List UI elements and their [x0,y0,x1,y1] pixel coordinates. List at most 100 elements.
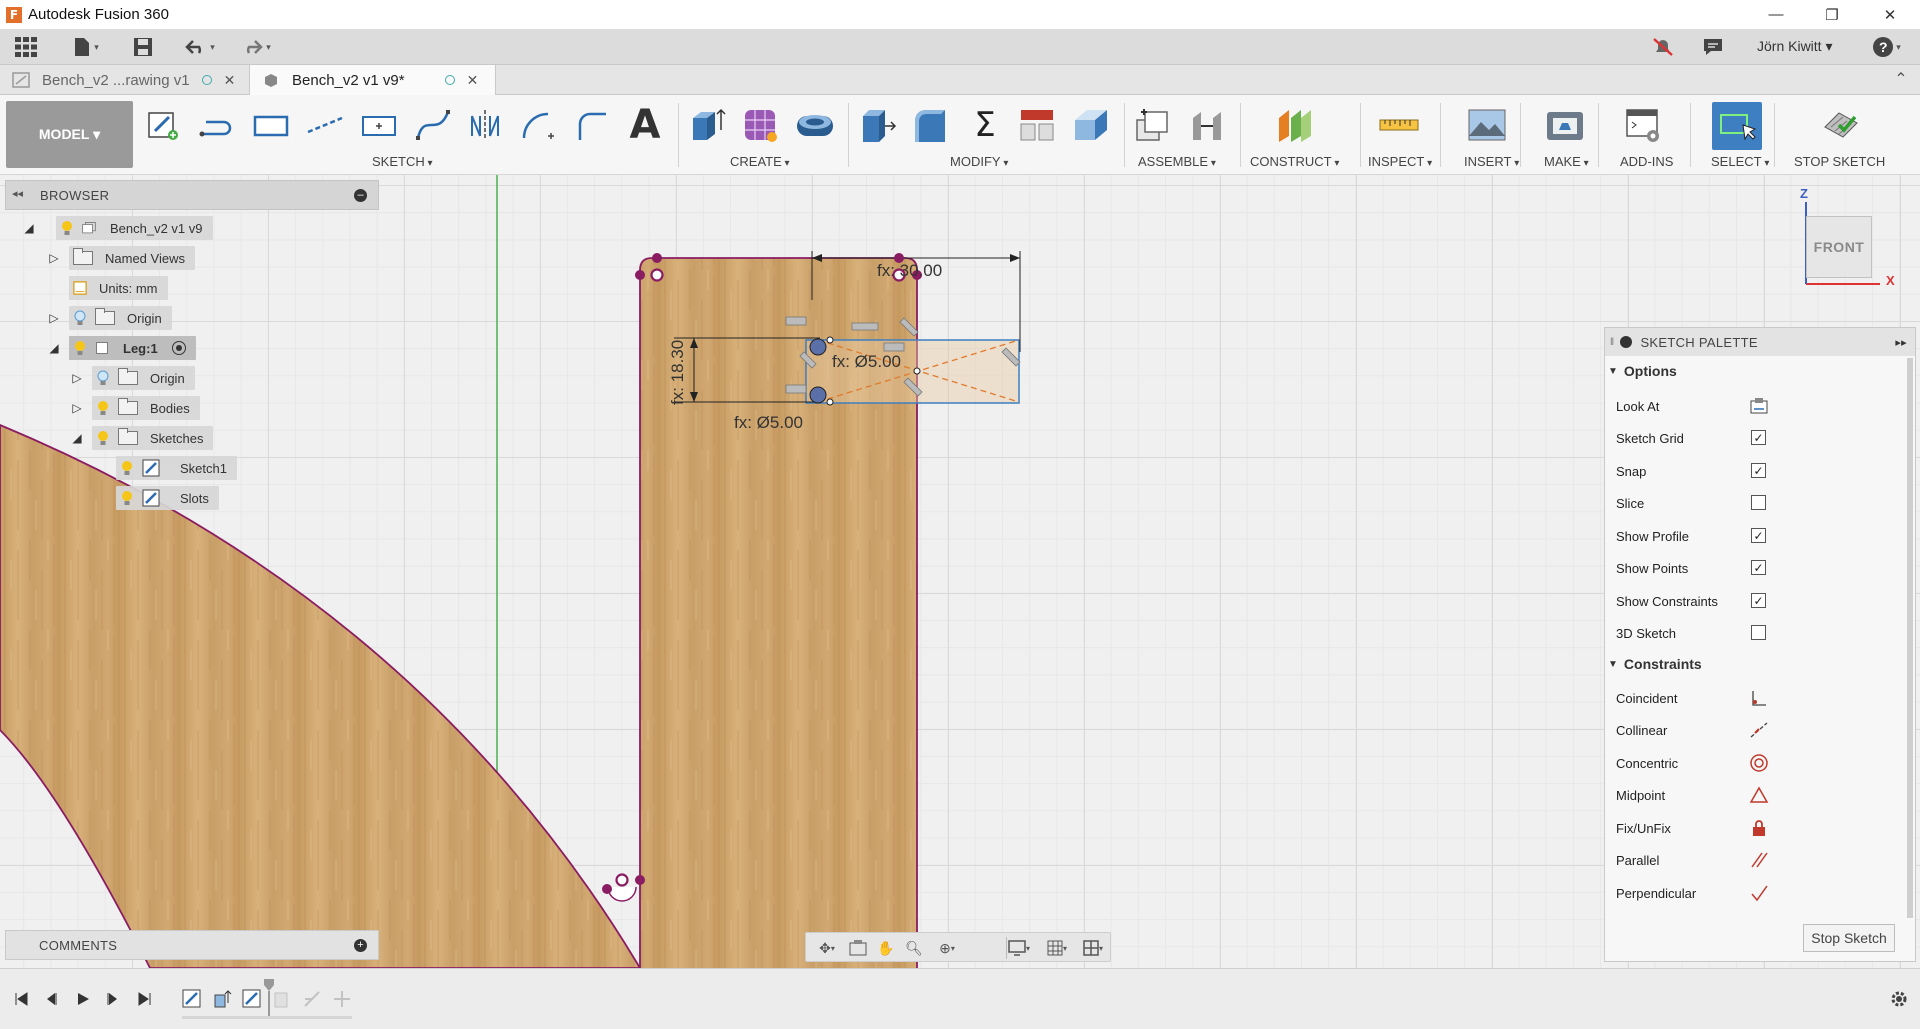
step-back-icon[interactable] [40,989,62,1009]
grid-snaps-icon[interactable]: ▾ [1038,938,1076,958]
offset-plane-icon[interactable] [1274,105,1316,145]
3d-sketch-checkbox[interactable] [1751,625,1766,640]
timeline-move-feature-icon[interactable] [330,989,354,1009]
press-pull-icon[interactable] [856,105,898,145]
collapse-toolbar-icon[interactable]: ⌃ [1888,67,1914,91]
arc-icon[interactable] [518,105,560,145]
bulb-icon[interactable] [96,429,110,447]
construction-line-icon[interactable] [304,105,346,145]
split-body-icon[interactable] [1016,105,1058,145]
add-comment-icon[interactable]: + [354,939,367,952]
close-tab-icon[interactable]: ✕ [224,72,236,89]
tree-item-origin[interactable]: ▷ Origin [47,306,172,330]
bulb-icon[interactable] [120,489,134,507]
data-panel-grid-icon[interactable] [12,35,40,59]
undo-icon[interactable]: ▾ [180,35,220,59]
measure-icon[interactable] [1378,105,1420,145]
zoom-icon[interactable]: 🔍︎ [902,938,926,958]
go-to-end-icon[interactable] [134,989,156,1009]
minimize-button[interactable]: — [1748,0,1804,29]
tab-drawing[interactable]: Bench_v2 ...rawing v1 ✕ [0,65,250,95]
close-button[interactable]: ✕ [1862,0,1918,29]
tree-item-named-views[interactable]: ▷ Named Views [47,246,195,270]
expanded-triangle-icon[interactable]: ◢ [22,221,36,235]
help-menu-icon[interactable]: ? ▾ [1867,35,1907,59]
new-component-icon[interactable] [1132,105,1174,145]
bulb-icon[interactable] [73,339,87,357]
timeline-suppressed-feature-icon[interactable] [270,989,294,1009]
dimension-diameter-right[interactable]: fx: Ø5.00 [832,352,901,372]
collinear-icon[interactable] [1748,720,1770,740]
show-points-checkbox[interactable]: ✓ [1751,560,1766,575]
step-forward-icon[interactable] [102,989,124,1009]
play-icon[interactable] [72,989,94,1009]
look-at-icon[interactable] [1748,396,1770,416]
form-icon[interactable] [740,105,782,145]
sketch-menu[interactable]: SKETCH [372,154,433,169]
midpoint-icon[interactable] [1748,785,1770,805]
line-icon[interactable] [196,105,238,145]
dimension-diameter-bottom[interactable]: fx: Ø5.00 [734,413,803,433]
tree-item-sketch1[interactable]: Sketch1 [116,456,237,480]
bulb-icon[interactable] [60,219,74,237]
timeline-active-sketch-icon[interactable] [240,989,264,1009]
look-at-nav-icon[interactable] [846,938,870,958]
hole-icon[interactable] [794,105,836,145]
dimension-height[interactable]: fx: 18.30 [668,340,688,405]
workspace-switcher[interactable]: MODEL ▾ [6,101,133,168]
create-sketch-icon[interactable] [142,105,184,145]
create-menu[interactable]: CREATE [730,154,790,169]
parallel-icon[interactable] [1748,850,1770,870]
bulb-icon[interactable] [120,459,134,477]
slice-checkbox[interactable] [1751,495,1766,510]
bulb-icon[interactable] [96,399,110,417]
make-menu[interactable]: MAKE [1544,154,1589,169]
scripts-addins-icon[interactable] [1622,105,1664,145]
palette-expand-icon[interactable]: ▸▸ [1895,336,1907,349]
stop-sketch-label[interactable]: STOP SKETCH [1794,154,1885,169]
construct-menu[interactable]: CONSTRUCT [1250,154,1339,169]
tree-item-root[interactable]: ◢ Bench_v2 v1 v9 [22,216,213,240]
viewports-icon[interactable]: ▾ [1074,938,1112,958]
user-account-menu[interactable]: Jörn Kiwitt ▾ [1757,38,1833,55]
bulb-off-icon[interactable] [73,309,87,327]
file-menu-icon[interactable]: ▾ [66,35,106,59]
select-tool-button[interactable] [1712,102,1762,150]
dimension-width[interactable]: fx: 30.00 [877,261,942,281]
lock-icon[interactable] [1748,818,1770,838]
mirror-icon[interactable] [464,105,506,145]
rectangle-icon[interactable] [250,105,292,145]
insert-menu[interactable]: INSERT [1464,154,1519,169]
timeline-extrude-feature-icon[interactable] [210,989,234,1009]
fit-zoom-icon[interactable]: ⊕ ▾ [930,938,964,958]
save-icon[interactable] [130,35,156,59]
spline-icon[interactable] [412,105,454,145]
pan-hand-icon[interactable]: ✋ [874,938,898,958]
attached-canvas-icon[interactable] [1466,105,1508,145]
collapse-browser-icon[interactable]: ◂◂ [12,187,23,200]
fillet-edge-icon[interactable] [910,105,952,145]
modify-menu[interactable]: MODIFY [950,154,1008,169]
redo-icon[interactable]: ▾ [236,35,276,59]
fillet-icon[interactable] [570,105,612,145]
timeline-sketch-feature-icon[interactable] [180,989,204,1009]
extrude-icon[interactable] [686,105,728,145]
collapsed-triangle-icon[interactable]: ▷ [70,401,84,415]
job-status-icon[interactable] [1700,35,1726,59]
rectangle-center-icon[interactable] [358,105,400,145]
timeline-joint-feature-icon[interactable] [300,989,324,1009]
select-menu[interactable]: SELECT [1711,154,1769,169]
browser-minimize-icon[interactable]: – [354,189,367,202]
palette-minimize-icon[interactable] [1620,336,1633,348]
display-settings-icon[interactable]: ▾ [1000,938,1038,958]
add-ins-menu[interactable]: ADD-INS [1620,154,1673,169]
tree-item-sketches[interactable]: ◢ Sketches [70,426,214,450]
offline-notification-icon[interactable] [1650,35,1676,59]
stop-sketch-button[interactable]: Stop Sketch [1803,924,1895,952]
collapsed-triangle-icon[interactable]: ▷ [47,251,61,265]
show-profile-checkbox[interactable]: ✓ [1751,528,1766,543]
shell-icon[interactable] [1070,105,1112,145]
sketch-grid-checkbox[interactable]: ✓ [1751,430,1766,445]
collapsed-triangle-icon[interactable]: ▷ [47,311,61,325]
close-tab-icon[interactable]: ✕ [467,72,479,89]
